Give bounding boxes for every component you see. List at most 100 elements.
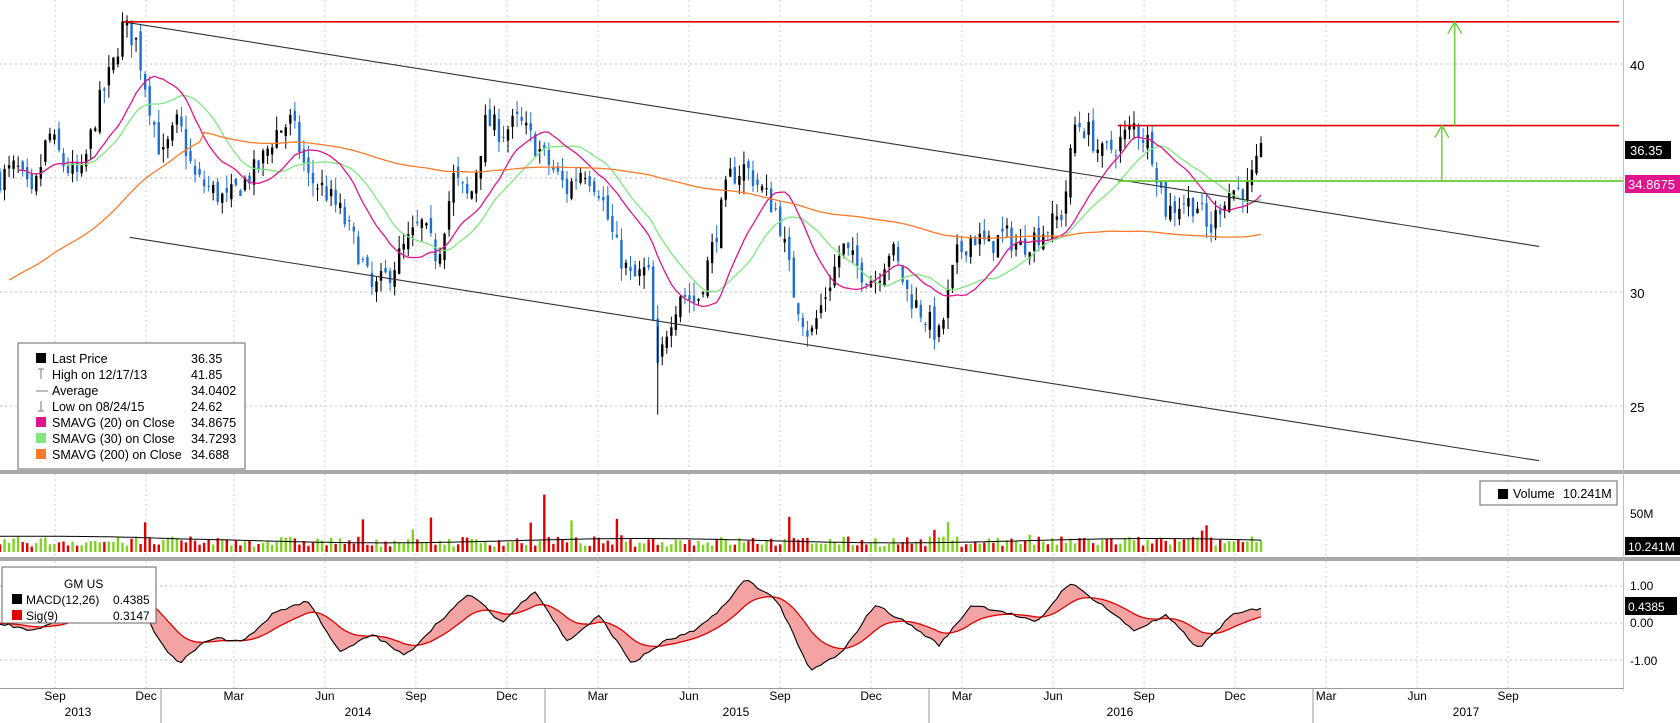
volume-bar bbox=[357, 536, 360, 552]
candle-body bbox=[651, 266, 655, 321]
candle-body bbox=[1169, 205, 1172, 220]
candle-body bbox=[493, 114, 496, 131]
volume-bar bbox=[815, 543, 818, 552]
volume-bar bbox=[910, 543, 913, 552]
volume-bar bbox=[756, 543, 759, 552]
volume-bar bbox=[316, 538, 319, 552]
volume-bar bbox=[116, 536, 120, 552]
volume-bar bbox=[679, 540, 682, 552]
candle-body bbox=[1105, 141, 1108, 143]
candle-body bbox=[1196, 208, 1199, 214]
macd-tick-neg1: -1.00 bbox=[1630, 654, 1658, 668]
volume-bar bbox=[75, 545, 79, 552]
candle-body bbox=[729, 168, 732, 177]
volume-bar bbox=[1241, 542, 1245, 552]
volume-tag: 10.241M bbox=[1628, 540, 1675, 554]
candle-body bbox=[583, 177, 587, 180]
volume-bar bbox=[461, 537, 464, 552]
volume-legend-label: Volume bbox=[1513, 487, 1555, 501]
volume-bar bbox=[946, 522, 950, 552]
volume-bar bbox=[1064, 542, 1068, 552]
candle-body bbox=[1001, 228, 1004, 232]
volume-bar bbox=[407, 539, 410, 552]
volume-bar bbox=[1128, 537, 1131, 552]
candle-body bbox=[1046, 232, 1050, 234]
volume-bar bbox=[153, 544, 156, 552]
volume-bar bbox=[289, 536, 292, 552]
volume-bar bbox=[311, 542, 315, 552]
green-square-icon bbox=[36, 433, 46, 443]
candle-body bbox=[1255, 155, 1258, 174]
volume-bar bbox=[334, 543, 337, 552]
candle-body bbox=[266, 148, 269, 156]
volume-bar bbox=[148, 537, 151, 552]
volume-bar bbox=[883, 545, 886, 552]
candle-body bbox=[1055, 216, 1059, 220]
volume-bar bbox=[493, 546, 496, 552]
volume-bar bbox=[1146, 539, 1149, 552]
volume-bar bbox=[878, 546, 882, 552]
volume-bar bbox=[343, 543, 346, 552]
volume-bar bbox=[502, 545, 505, 552]
volume-bar bbox=[828, 539, 832, 552]
candle-body bbox=[175, 114, 179, 125]
candle-body bbox=[1250, 169, 1254, 186]
volume-bar bbox=[733, 544, 737, 552]
volume-bar bbox=[1046, 544, 1050, 552]
candle-body bbox=[688, 295, 691, 301]
volume-bar bbox=[1114, 544, 1118, 552]
volume-bar bbox=[824, 543, 827, 552]
volume-bar bbox=[955, 536, 959, 552]
volume-bar bbox=[180, 540, 183, 552]
candle-body bbox=[1060, 214, 1063, 220]
candle-body bbox=[497, 119, 501, 142]
candle-body bbox=[1069, 148, 1072, 198]
month-label: Jun bbox=[1043, 689, 1062, 703]
legend-sma30-label: SMAVG (30) on Close bbox=[52, 432, 175, 446]
candle-body bbox=[1082, 131, 1086, 139]
candle-body bbox=[162, 147, 165, 150]
candle-body bbox=[7, 165, 11, 169]
volume-bar bbox=[924, 546, 927, 552]
candle-body bbox=[466, 184, 469, 194]
volume-bar bbox=[647, 539, 650, 552]
volume-bar bbox=[742, 542, 746, 552]
volume-bar bbox=[484, 541, 487, 552]
volume-bar bbox=[352, 543, 356, 552]
volume-bar bbox=[207, 539, 210, 552]
candle-body bbox=[293, 110, 297, 121]
volume-bar bbox=[933, 529, 936, 552]
candle-body bbox=[529, 123, 532, 131]
volume-bar bbox=[1042, 541, 1045, 552]
volume-bar bbox=[216, 538, 219, 552]
volume-bar bbox=[302, 541, 306, 552]
volume-bar bbox=[683, 543, 687, 552]
volume-bar bbox=[112, 541, 115, 552]
month-label: Dec bbox=[1224, 689, 1245, 703]
black-square-icon bbox=[36, 353, 46, 363]
price-legend: Last Price 36.35 High on 12/17/13 41.85 … bbox=[17, 342, 246, 470]
candle-body bbox=[357, 236, 360, 265]
candle-body bbox=[969, 237, 972, 257]
black-square-icon bbox=[12, 594, 22, 604]
candle-body bbox=[298, 122, 301, 153]
volume-bar bbox=[103, 542, 106, 552]
volume-bar bbox=[969, 543, 972, 552]
signal-legend-label: Sig(9) bbox=[26, 609, 58, 623]
candle-body bbox=[851, 250, 854, 255]
volume-bar bbox=[443, 544, 446, 552]
volume-bar bbox=[166, 538, 170, 552]
volume-bar bbox=[1214, 545, 1217, 552]
candle-body bbox=[1005, 225, 1009, 229]
candle-body bbox=[366, 257, 369, 267]
volume-bar bbox=[1187, 539, 1190, 552]
month-label: Sep bbox=[1497, 689, 1519, 703]
legend-sma200-value: 34.688 bbox=[191, 448, 229, 462]
volume-bar bbox=[837, 544, 841, 552]
volume-bar bbox=[620, 535, 623, 552]
volume-bar bbox=[583, 545, 587, 552]
legend-last-price-value: 36.35 bbox=[191, 352, 222, 366]
candle-body bbox=[942, 319, 945, 329]
volume-bar bbox=[588, 545, 591, 552]
candle-body bbox=[103, 88, 106, 91]
